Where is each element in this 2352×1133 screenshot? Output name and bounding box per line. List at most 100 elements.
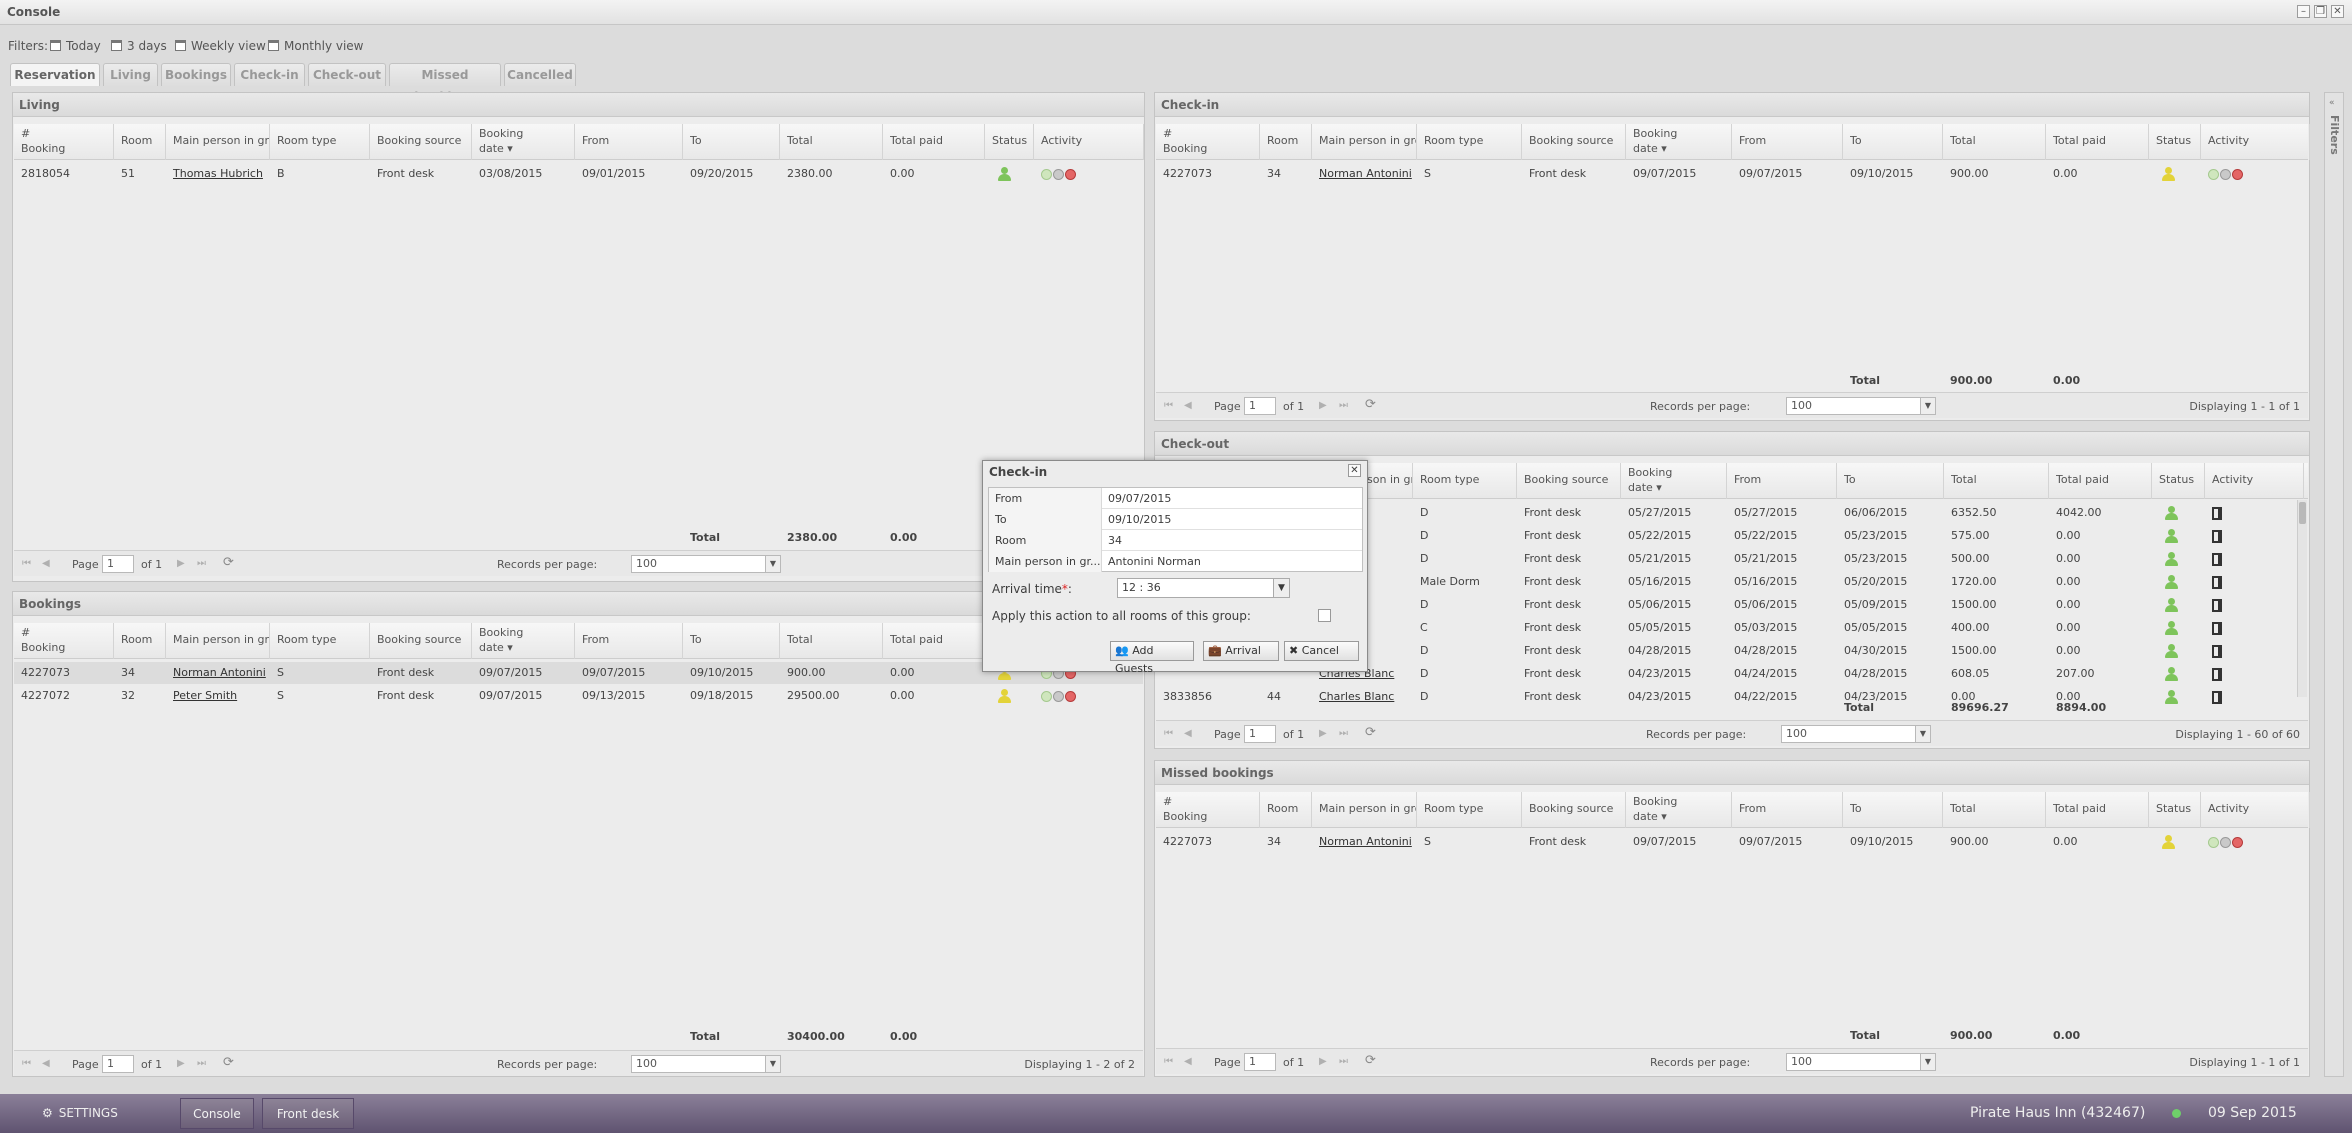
scrollbar-thumb[interactable] [2299, 502, 2306, 524]
refresh-icon[interactable]: ⟳ [1365, 725, 1376, 740]
next-page-icon[interactable]: ▶ [1319, 728, 1327, 739]
remove-icon[interactable] [2232, 836, 2243, 848]
first-page-icon[interactable]: ⏮ [22, 558, 31, 569]
column-header-to[interactable]: To [1843, 124, 1943, 160]
column-header-bdate[interactable]: Booking date ▾ [472, 623, 575, 659]
column-header-status[interactable]: Status [2152, 463, 2205, 499]
last-page-icon[interactable]: ⏭ [1339, 728, 1348, 739]
checkout-door-icon[interactable] [2212, 621, 2222, 635]
table-row[interactable]: 4227073 34 Norman Antonini S Front desk 09/07… [1156, 163, 2308, 185]
apply-all-rooms-checkbox[interactable] [1318, 609, 1331, 622]
column-header-room[interactable]: Room [1260, 792, 1312, 828]
table-row[interactable]: 4227073 34 Norman Antonini S Front desk 09/07… [1156, 831, 2308, 853]
page-number-input[interactable]: 1 [102, 555, 134, 573]
column-header-paid[interactable]: Total paid [883, 124, 985, 160]
minimize-icon[interactable]: – [2297, 5, 2310, 18]
cell-person[interactable]: Norman Antonini [166, 662, 270, 684]
first-page-icon[interactable]: ⏮ [1164, 400, 1173, 411]
column-header-room[interactable]: Room [1260, 124, 1312, 160]
records-per-page-select[interactable]: 100 ▼ [1786, 1053, 1936, 1071]
last-page-icon[interactable]: ⏭ [1339, 400, 1348, 411]
page-number-input[interactable]: 1 [1244, 725, 1276, 743]
checkout-door-icon[interactable] [2212, 667, 2222, 681]
tab-bookings[interactable]: Bookings [161, 63, 231, 86]
checkout-door-icon[interactable] [2212, 644, 2222, 658]
arrival-time-field[interactable]: 12 : 36 ▼ [1117, 578, 1290, 598]
column-header-person[interactable]: Main person in group [166, 124, 270, 160]
column-header-type[interactable]: Room type [270, 124, 370, 160]
column-header-source[interactable]: Booking source [1517, 463, 1621, 499]
column-header-total[interactable]: Total [1944, 463, 2049, 499]
checkout-door-icon[interactable] [2212, 529, 2222, 543]
column-header-type[interactable]: Room type [270, 623, 370, 659]
prev-page-icon[interactable]: ◀ [42, 558, 50, 569]
checkout-door-icon[interactable] [2212, 575, 2222, 589]
column-header-source[interactable]: Booking source [1522, 124, 1626, 160]
remove-icon[interactable] [1065, 690, 1076, 702]
chevron-down-icon[interactable]: ▼ [1920, 1054, 1935, 1070]
settings-button[interactable]: ⚙ SETTINGS [42, 1094, 118, 1133]
table-row[interactable]: 2818054 51 Thomas Hubrich B Front desk 03/08/… [14, 163, 1143, 185]
expand-icon[interactable]: « [2329, 98, 2335, 108]
column-header-total[interactable]: Total [1943, 124, 2046, 160]
column-header-from[interactable]: From [1732, 792, 1843, 828]
column-header-type[interactable]: Room type [1413, 463, 1517, 499]
chevron-down-icon[interactable]: ▼ [765, 1056, 780, 1072]
column-header-activity[interactable]: Activity [1034, 124, 1144, 160]
front-desk-taskbar-button[interactable]: Front desk [262, 1098, 354, 1129]
column-header-type[interactable]: Room type [1417, 124, 1522, 160]
filters-sidebar[interactable]: « Filters [2324, 92, 2344, 1077]
checkout-door-icon[interactable] [2212, 552, 2222, 566]
column-header-activity[interactable]: Activity [2201, 124, 2310, 160]
column-header-room[interactable]: Room [114, 623, 166, 659]
tab-check-out[interactable]: Check-out [308, 63, 386, 86]
page-number-input[interactable]: 1 [1244, 1053, 1276, 1071]
column-header-status[interactable]: Status [2149, 792, 2201, 828]
prev-page-icon[interactable]: ◀ [1184, 728, 1192, 739]
column-header-paid[interactable]: Total paid [2049, 463, 2152, 499]
remove-icon[interactable] [2232, 168, 2243, 180]
guest-icon[interactable] [2220, 168, 2231, 180]
column-header-bdate[interactable]: Booking date ▾ [472, 124, 575, 160]
page-number-input[interactable]: 1 [1244, 397, 1276, 415]
add-guests-button[interactable]: 👥 Add Guests [1110, 641, 1194, 675]
first-page-icon[interactable]: ⏮ [1164, 728, 1173, 739]
table-row[interactable]: 4227072 32 Peter Smith S Front desk 09/07/201… [14, 685, 1143, 707]
first-page-icon[interactable]: ⏮ [22, 1058, 31, 1069]
column-header-to[interactable]: To [683, 623, 780, 659]
column-header-source[interactable]: Booking source [370, 623, 472, 659]
column-header-bdate[interactable]: Booking date ▾ [1626, 792, 1732, 828]
cell-person[interactable]: Norman Antonini [1312, 163, 1417, 185]
checkout-door-icon[interactable] [2212, 506, 2222, 520]
next-page-icon[interactable]: ▶ [177, 558, 185, 569]
chevron-down-icon[interactable]: ▼ [1920, 398, 1935, 414]
refresh-icon[interactable]: ⟳ [1365, 1053, 1376, 1068]
column-header-from[interactable]: From [1732, 124, 1843, 160]
next-page-icon[interactable]: ▶ [177, 1058, 185, 1069]
column-header-bdate[interactable]: Booking date ▾ [1621, 463, 1727, 499]
column-header-from[interactable]: From [1727, 463, 1837, 499]
column-header-person[interactable]: Main person in group [1312, 124, 1417, 160]
records-per-page-select[interactable]: 100 ▼ [1781, 725, 1931, 743]
table-row[interactable]: 4227073 34 Norman Antonini S Front desk 09/07… [14, 662, 1143, 684]
refresh-icon[interactable]: ⟳ [223, 1055, 234, 1070]
column-header-type[interactable]: Room type [1417, 792, 1522, 828]
refresh-icon[interactable]: ⟳ [1365, 397, 1376, 412]
column-header-to[interactable]: To [1837, 463, 1944, 499]
tab-missed-bookings[interactable]: Missed bookings [389, 63, 501, 104]
column-header-booking[interactable]: #Booking [14, 124, 114, 160]
filter-weekly-view[interactable]: Weekly view [175, 39, 266, 53]
close-icon[interactable]: ✕ [1348, 464, 1361, 477]
prev-page-icon[interactable]: ◀ [42, 1058, 50, 1069]
chevron-down-icon[interactable]: ▼ [765, 556, 780, 572]
records-per-page-select[interactable]: 100 ▼ [631, 1055, 781, 1073]
column-header-to[interactable]: To [683, 124, 780, 160]
column-header-paid[interactable]: Total paid [2046, 124, 2149, 160]
last-page-icon[interactable]: ⏭ [197, 558, 206, 569]
column-header-activity[interactable]: Activity [2201, 792, 2310, 828]
restore-icon[interactable]: ❐ [2314, 5, 2327, 18]
tab-living[interactable]: Living [103, 63, 158, 86]
last-page-icon[interactable]: ⏭ [197, 1058, 206, 1069]
column-header-person[interactable]: Main person in group [166, 623, 270, 659]
tab-reservation[interactable]: Reservation [10, 63, 100, 86]
